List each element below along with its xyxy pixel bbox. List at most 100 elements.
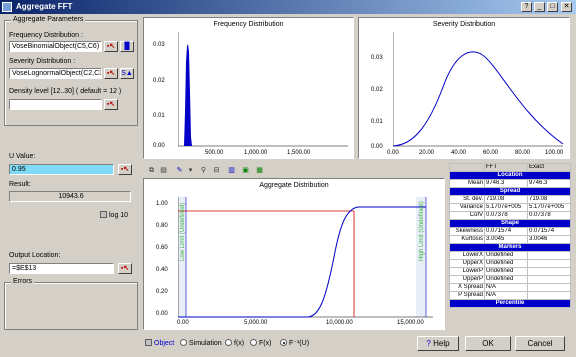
u-value-input[interactable]: 0.95 (9, 164, 114, 175)
stats-row-label: St. dev. (449, 195, 485, 204)
log10-checkbox[interactable]: log 10 (100, 211, 128, 219)
stats-exact-value: 5.1707e+005 (527, 203, 571, 212)
group-title: Aggregate Parameters (11, 16, 86, 23)
minimize-button[interactable]: _ (534, 2, 545, 12)
frequency-bars (184, 44, 192, 146)
x-tick: 15,000.00 (397, 320, 424, 326)
stats-exact-value (527, 267, 571, 276)
cancel-button[interactable]: Cancel (515, 336, 565, 351)
table-icon[interactable]: ▦ (254, 166, 265, 176)
frequency-chart-panel: Frequency Distribution 0.03 0.02 0.01 0.… (143, 17, 354, 159)
stats-row-label: UpperX (449, 259, 485, 268)
x-tick: 80.00 (515, 150, 531, 156)
severity-plot (393, 32, 564, 147)
stats-row-label: UpperP (449, 275, 485, 284)
edit-icon[interactable]: ✎ (174, 166, 185, 176)
fx-radio[interactable]: f(x) (225, 339, 244, 347)
column-header-fft: FFT (484, 163, 528, 172)
Fx-radio[interactable]: F(x) (250, 339, 271, 347)
y-tick: 0.03 (153, 42, 165, 48)
x-tick: 10,000.00 (326, 320, 353, 326)
severity-input[interactable]: VoseLognormalObject(C2,C3) (9, 68, 102, 79)
close-button[interactable]: ✕ (561, 2, 572, 12)
y-tick: 0.40 (156, 267, 168, 273)
u-value-select-button[interactable]: ▪↖ (118, 164, 132, 175)
stats-section-title: Markers (449, 243, 571, 252)
stats-section-row: Location (449, 171, 571, 180)
density-input[interactable] (9, 99, 102, 110)
simulation-radio[interactable]: Simulation (180, 339, 222, 347)
x-tick: 0.00 (177, 320, 189, 326)
stats-exact-value (527, 259, 571, 268)
fx-label: f(x) (234, 340, 245, 347)
u-value-label: U Value: (9, 153, 36, 160)
maximize-button[interactable]: □ (547, 2, 558, 12)
aggregate-chart-title: Aggregate Distribution (259, 182, 329, 189)
ok-button[interactable]: OK (465, 336, 511, 351)
help-window-button[interactable]: ? (521, 2, 532, 12)
stats-fft-value: N/A (484, 291, 528, 300)
result-value: 10943.6 (9, 191, 131, 202)
stats-fft-value: Undefined (484, 251, 528, 260)
stats-fft-value: Undefined (484, 275, 528, 284)
radio-circle (225, 339, 232, 346)
stats-row: LowerP Undefined (449, 267, 571, 276)
select-cell-icon: ▪↖ (106, 70, 116, 77)
help-label: Help (433, 339, 450, 348)
chart-type-icon[interactable]: ▥ (226, 166, 237, 176)
export-icon[interactable]: ▣ (240, 166, 251, 176)
select-cell-icon: ▪↖ (106, 43, 116, 50)
severity-select-button[interactable]: ▪↖ (104, 68, 118, 79)
output-location-input[interactable]: =$E$13 (9, 263, 114, 274)
zoom-out-icon[interactable]: ⊟ (211, 166, 222, 176)
x-tick: 500.00 (205, 150, 224, 156)
errors-group: Errors (4, 278, 138, 330)
help-button[interactable]: ? Help (417, 336, 459, 351)
y-tick: 0.80 (156, 223, 168, 229)
stats-fft-value: Undefined (484, 267, 528, 276)
checkbox-box (145, 339, 152, 346)
frequency-input[interactable]: VoseBinomialObject(C5,C6) (9, 41, 102, 52)
stats-row: X Spread N/A (449, 283, 571, 292)
zoom-icon[interactable]: ⚲ (198, 166, 209, 176)
print-icon[interactable]: ▤ (158, 166, 169, 176)
output-select-button[interactable]: ▪↖ (118, 263, 132, 274)
title-bar: Aggregate FFT (0, 0, 576, 14)
severity-chart-button[interactable]: S▲ (120, 68, 134, 79)
stats-row-label: P Spread (449, 291, 485, 300)
stats-row: CofV 0.07378 0.07378 (449, 211, 571, 220)
radio-circle (180, 339, 187, 346)
frequency-chart-button[interactable]: ▐▌ (120, 41, 134, 52)
stats-fft-value: Undefined (484, 259, 528, 268)
frequency-select-button[interactable]: ▪↖ (104, 41, 118, 52)
finv-radio[interactable]: F⁻¹(U) (280, 339, 309, 347)
statistics-table: FFT Exact Location Mean 9746.3 9746.3 Spread… (449, 163, 571, 308)
density-select-button[interactable]: ▪↖ (104, 99, 118, 110)
high-limit-label: High Limit (Undefined) (419, 201, 425, 261)
dropdown-arrow-icon[interactable]: ▾ (185, 166, 196, 176)
log10-label: log 10 (109, 212, 129, 219)
x-tick: 1,500.00 (287, 150, 311, 156)
severity-chart-title: Severity Distribution (432, 21, 496, 28)
y-tick: 0.01 (153, 113, 165, 119)
stats-row-label: Kurtosis (449, 235, 485, 244)
copy-icon[interactable]: ⧉ (146, 166, 157, 176)
errors-title: Errors (11, 278, 35, 285)
stats-row-label: LowerX (449, 251, 485, 260)
stats-section-title: Shape (449, 219, 571, 228)
stats-section-title: Percentile (449, 299, 571, 308)
app-icon (2, 2, 12, 12)
stats-fft-value: 0.071574 (484, 227, 528, 236)
stats-section-title: Location (449, 171, 571, 180)
x-tick: 0.00 (387, 150, 399, 156)
stats-exact-value: 0.07378 (527, 211, 571, 220)
stats-section-row: Markers (449, 243, 571, 252)
stats-exact-value: 0.071574 (527, 227, 571, 236)
output-location-label: Output Location: (9, 252, 61, 259)
stats-section-title: Spread (449, 187, 571, 196)
help-icon: ? (426, 339, 431, 348)
frequency-plot (178, 32, 348, 147)
x-tick: 40.00 (451, 150, 467, 156)
stats-row-label: CofV (449, 211, 485, 220)
object-checkbox[interactable]: Object (145, 339, 174, 347)
